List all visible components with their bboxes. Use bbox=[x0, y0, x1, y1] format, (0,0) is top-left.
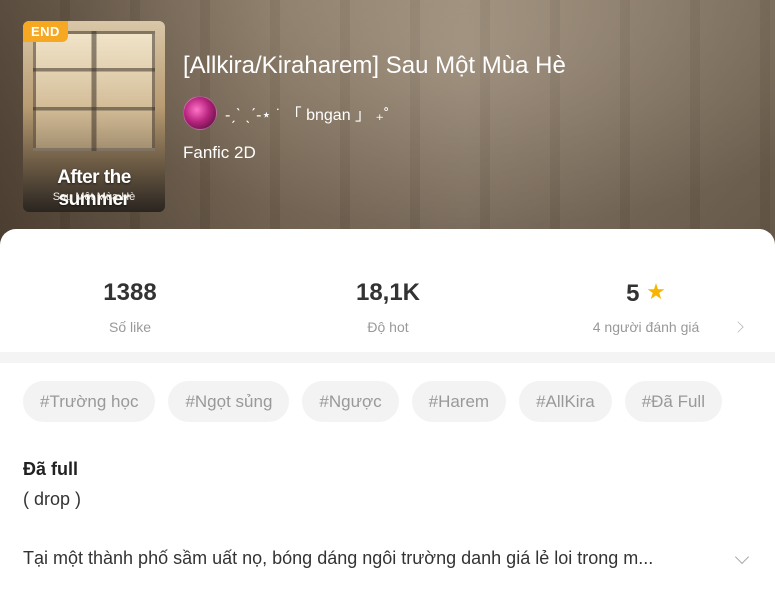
description-status: Đã full bbox=[23, 459, 79, 479]
rating-count-label: 4 người đánh giá bbox=[592, 319, 700, 335]
cover-window-art bbox=[33, 31, 155, 151]
description-note: ( drop ) bbox=[23, 489, 82, 509]
stat-rating[interactable]: 5 ★ 4 người đánh giá bbox=[546, 279, 746, 335]
book-category[interactable]: Fanfic 2D bbox=[183, 143, 256, 163]
author-name[interactable]: -ˏˋ ˎˊ-⋆ ˙ 「 bngan 」 ₊˚ bbox=[225, 101, 389, 125]
likes-count: 1388 bbox=[103, 279, 157, 306]
details-panel: 1388 Số like 18,1K Độ hot 5 ★ 4 người đá… bbox=[0, 229, 775, 600]
cover-subtitle: Sau Một Mùa Hè bbox=[52, 191, 136, 203]
author-row[interactable]: -ˏˋ ˎˊ-⋆ ˙ 「 bngan 」 ₊˚ bbox=[183, 96, 389, 130]
stat-likes: 1388 Số like bbox=[30, 279, 230, 335]
cover-title: After the summer bbox=[57, 167, 131, 210]
tag-item[interactable]: #Đã Full bbox=[624, 381, 722, 422]
tag-item[interactable]: #AllKira bbox=[519, 381, 612, 422]
description-text[interactable]: Tại một thành phố sầm uất nọ, bóng dáng … bbox=[23, 548, 728, 569]
hot-label: Độ hot bbox=[367, 319, 409, 335]
tag-item[interactable]: #Ngược bbox=[302, 381, 399, 422]
hot-count: 18,1K bbox=[355, 279, 421, 306]
tag-item[interactable]: #Ngọt sủng bbox=[168, 381, 290, 422]
stats-bar: 1388 Số like 18,1K Độ hot 5 ★ 4 người đá… bbox=[0, 229, 775, 351]
star-icon: ★ bbox=[646, 279, 666, 304]
book-title: [Allkira/Kiraharem] Sau Một Mùa Hè bbox=[183, 52, 566, 79]
tag-list: #Trường học #Ngọt sủng #Ngược #Harem #Al… bbox=[23, 381, 735, 422]
section-divider bbox=[0, 352, 775, 363]
likes-label: Số like bbox=[108, 319, 152, 335]
rating-value: 5 bbox=[626, 280, 640, 307]
book-cover[interactable]: END After the summer Sau Một Mùa Hè bbox=[23, 21, 165, 212]
end-badge: END bbox=[23, 21, 68, 42]
stat-hot: 18,1K Độ hot bbox=[288, 279, 488, 335]
author-avatar[interactable] bbox=[183, 96, 217, 130]
tag-item[interactable]: #Trường học bbox=[23, 381, 156, 422]
chevron-down-icon[interactable] bbox=[734, 549, 750, 565]
rating-row: 5 ★ bbox=[546, 279, 746, 309]
tag-item[interactable]: #Harem bbox=[411, 381, 507, 422]
